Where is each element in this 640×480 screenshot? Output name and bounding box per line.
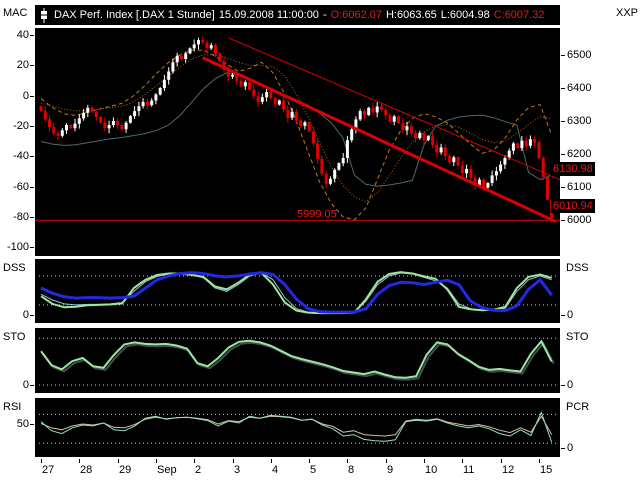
left-axis-tick-label: 0 [22,90,29,102]
right-axis-tick-label: 6400 [567,82,592,94]
date-tick-label: 8 [348,464,355,476]
date-tick-label: 28 [80,464,93,476]
sto-right-label: STO [566,331,589,343]
left-axis-tick-label: -100 [6,241,29,253]
left-axis-tick-mark [30,424,34,425]
chart-application-window: MAC XXP DAX Perf. Index [.DAX 1 Stunde] … [0,0,640,480]
right-axis-tick-mark [561,121,565,122]
date-tick-label: 11 [463,464,475,476]
left-axis-tick-mark [30,247,34,248]
right-axis-tick-label: 6200 [567,148,592,160]
price-label-last: 6010.94 [551,199,595,213]
date-tick-label: 29 [119,464,132,476]
right-axis-tick-mark [561,315,565,316]
left-axis-tick-mark [30,156,34,157]
high-value: H:6063.65 [385,9,437,21]
left-axis-tick-mark [30,65,34,66]
date-tick-label: 2 [195,464,202,476]
left-axis-tick-mark [30,187,34,188]
date-tick-label: Sep [157,464,177,476]
left-axis-tick-mark [30,385,34,386]
dss-indicator-panel[interactable] [35,259,560,323]
left-axis-tick-mark [30,315,34,316]
date-tick-label: 10 [425,464,438,476]
DSS-canvas [39,271,556,315]
left-axis-tick-label: -60 [13,181,29,193]
date-tick-label: 9 [387,464,394,476]
left-axis-tick-mark [30,96,34,97]
date-tick-mark [462,459,463,463]
date-tick-label: 4 [272,464,279,476]
top-right-label: XXP [615,7,638,19]
chart-titlebar[interactable]: DAX Perf. Index [.DAX 1 Stunde] 15.09.20… [35,5,560,25]
date-tick-label: 15 [540,464,553,476]
dss-right-label: DSS [566,262,589,274]
price-chart-panel[interactable]: 5999.05 [35,28,560,256]
left-axis-tick-label: 0 [22,309,29,321]
left-axis-tick-label: -80 [13,211,29,223]
instrument-name: DAX Perf. Index [.DAX 1 Stunde] [54,9,215,21]
macd-axis-title: MAC [3,7,28,19]
date-tick-label: 5 [310,464,317,476]
date-tick-label: 3 [234,464,241,476]
right-axis-tick-label: 0 [567,379,574,391]
svg-text:5999.05: 5999.05 [297,208,337,220]
left-axis-tick-label: -40 [13,150,29,162]
right-axis-tick-label: 6300 [567,115,592,127]
bar-timestamp: 15.09.2008 11:00:00 [218,9,319,21]
date-tick-mark [386,459,387,463]
right-axis-tick-mark [561,187,565,188]
left-axis-tick-label: 20 [16,59,29,71]
right-axis-tick-mark [561,55,565,56]
STO-canvas [39,337,556,386]
date-tick-mark [271,459,272,463]
right-axis-tick-mark [561,88,565,89]
low-value: L:6004.98 [440,9,490,21]
rsi-pcr-left-label: RSI [3,401,22,413]
date-tick-mark [347,459,348,463]
date-tick-mark [309,459,310,463]
date-tick-label: 27 [42,464,55,476]
date-tick-mark [539,459,540,463]
price-label-channel: 6130.98 [551,162,595,176]
left-axis-tick-mark [30,126,34,127]
right-axis-tick-mark [561,220,565,221]
date-tick-mark [41,459,42,463]
separator: - [322,9,327,21]
rsi-pcr-right-label: PCR [566,401,590,413]
right-axis-tick-mark [561,154,565,155]
date-tick-mark [501,459,502,463]
date-tick-mark [79,459,80,463]
date-tick-mark [118,459,119,463]
RSI/PCR-canvas [39,411,556,444]
sto-left-label: STO [3,331,26,343]
left-axis-tick-mark [30,35,34,36]
date-tick-label: 12 [502,464,515,476]
date-tick-mark [156,459,157,463]
close-value: C:6007.32 [493,9,545,21]
right-axis-tick-mark [561,448,565,449]
right-axis-tick-label: 6100 [567,181,592,193]
date-tick-mark [424,459,425,463]
left-axis-tick-label: -20 [13,120,29,132]
main-chart-canvas: 5999.05 [35,36,560,224]
right-axis-tick-label: 0 [567,309,574,321]
date-tick-mark [194,459,195,463]
left-axis-tick-label: 50 [16,418,29,430]
right-axis-tick-mark [561,385,565,386]
right-axis-tick-label: 6500 [567,49,592,61]
sto-indicator-panel[interactable] [35,328,560,393]
right-axis-tick-label: 6000 [567,214,592,226]
open-value: O:6062.07 [330,9,382,21]
rsi-indicator-panel[interactable] [35,398,560,457]
left-axis-tick-mark [30,217,34,218]
candlestick-icon [41,7,47,23]
right-axis-tick-label: 0 [567,442,574,454]
date-tick-mark [233,459,234,463]
dss-left-label: DSS [3,262,26,274]
left-axis-tick-label: 40 [16,29,29,41]
left-axis-tick-label: 0 [22,379,29,391]
